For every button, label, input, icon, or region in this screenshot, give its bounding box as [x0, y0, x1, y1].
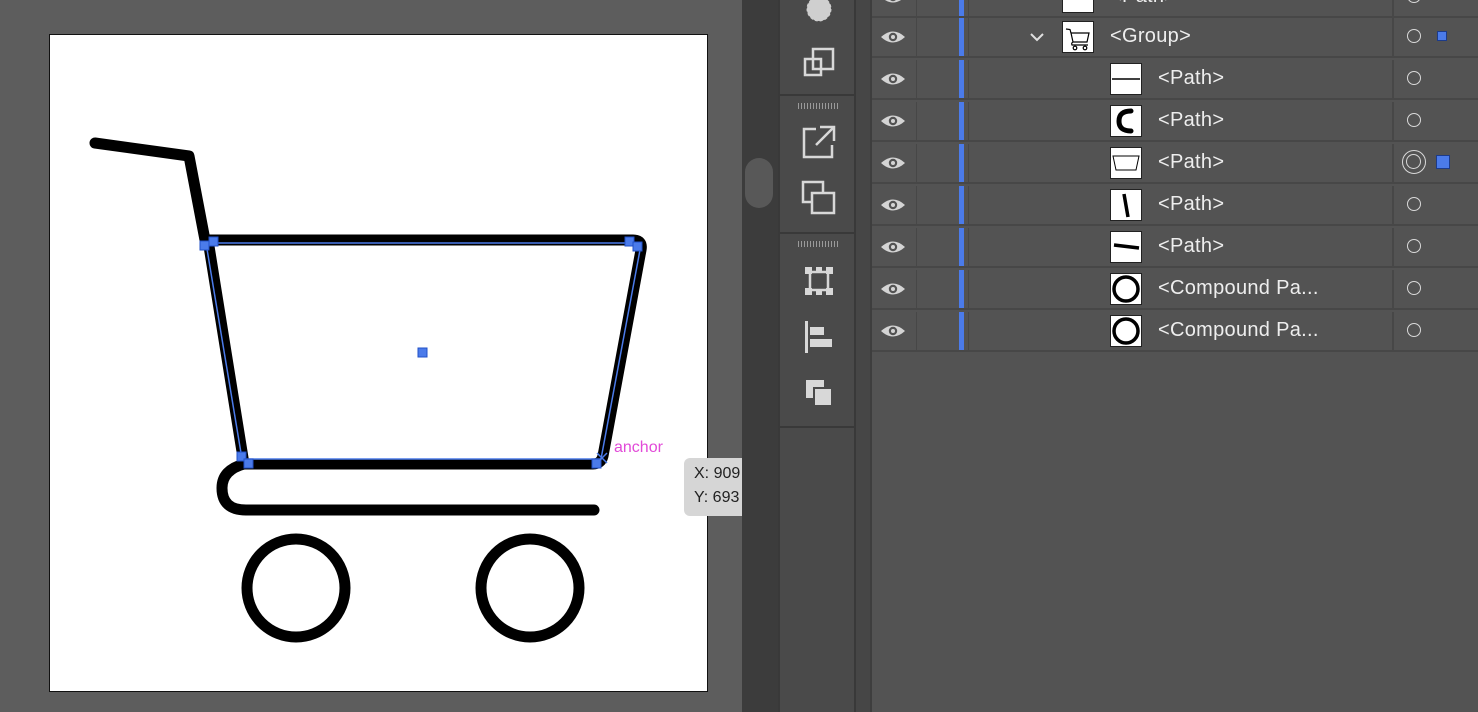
shopping-cart-artwork[interactable]	[0, 0, 742, 712]
slash-thumb	[1110, 189, 1142, 221]
layer-name[interactable]: <Compound Pa...	[1158, 319, 1319, 342]
layer-row[interactable]: <Path>	[872, 186, 1478, 226]
visibility-eye-icon[interactable]	[880, 68, 906, 90]
layer-color-bar	[959, 228, 964, 266]
target-icon[interactable]	[1407, 239, 1421, 253]
rear-wheel	[475, 533, 585, 643]
cart-handle-path	[89, 137, 211, 246]
chevron-down-icon[interactable]	[1028, 30, 1046, 44]
layer-name[interactable]: <Path>	[1110, 0, 1176, 8]
target-icon[interactable]	[1407, 281, 1421, 295]
layer-name[interactable]: <Path>	[1158, 151, 1224, 174]
layer-row[interactable]: <Compound Pa...	[872, 312, 1478, 352]
visibility-eye-icon[interactable]	[880, 278, 906, 300]
layer-row[interactable]: <Path>	[872, 144, 1478, 184]
selection-indicator[interactable]	[1436, 155, 1450, 169]
visibility-eye-icon[interactable]	[880, 236, 906, 258]
layer-color-bar	[959, 144, 964, 182]
align-icon[interactable]	[794, 312, 844, 362]
layer-name[interactable]: <Path>	[1158, 235, 1224, 258]
canvas-scrollbar-track[interactable]	[742, 0, 778, 712]
canvas-area[interactable]: anchor X: 909 Y: 693	[0, 0, 742, 712]
anchor-point	[632, 241, 643, 252]
target-icon[interactable]	[1407, 29, 1421, 43]
anchor-point	[199, 240, 210, 251]
coordinate-tooltip: X: 909 Y: 693	[684, 458, 742, 516]
target-icon[interactable]	[1407, 71, 1421, 85]
selection-indicator[interactable]	[1437, 31, 1447, 41]
center-point	[417, 347, 428, 358]
layer-color-bar	[959, 102, 964, 140]
handle-thumb	[1110, 231, 1142, 263]
visibility-eye-icon[interactable]	[880, 320, 906, 342]
basket-thumb	[1110, 147, 1142, 179]
target-icon[interactable]	[1407, 0, 1421, 3]
target-icon[interactable]	[1407, 323, 1421, 337]
front-wheel	[241, 533, 351, 643]
target-icon[interactable]	[1407, 197, 1421, 211]
layer-name[interactable]: <Compound Pa...	[1158, 277, 1319, 300]
layer-color-bar	[959, 18, 964, 56]
layer-row[interactable]: <Group>	[872, 18, 1478, 58]
layer-row[interactable]: <Path>	[872, 228, 1478, 268]
visibility-eye-icon[interactable]	[880, 110, 906, 132]
layer-name[interactable]: <Path>	[1158, 109, 1224, 132]
visibility-eye-icon[interactable]	[880, 26, 906, 48]
layer-color-bar	[959, 186, 964, 224]
layer-row[interactable]: <Compound Pa...	[872, 270, 1478, 310]
arc-thumb	[1110, 105, 1142, 137]
layer-name[interactable]: <Path>	[1158, 193, 1224, 216]
panel-grip[interactable]	[798, 241, 838, 247]
layer-color-bar	[959, 312, 964, 350]
layer-color-bar	[959, 270, 964, 308]
panel-dock	[778, 0, 856, 712]
target-icon[interactable]	[1402, 150, 1426, 174]
layer-name[interactable]: <Path>	[1158, 67, 1224, 90]
line-thumb	[1110, 63, 1142, 95]
star-thumb	[1062, 0, 1094, 13]
artboard-icon[interactable]	[794, 256, 844, 306]
layer-color-bar	[959, 60, 964, 98]
circle-thumb	[1110, 273, 1142, 305]
appearance-icon[interactable]	[794, 0, 844, 34]
pathfinder-icon[interactable]	[794, 368, 844, 418]
anchor-point	[208, 236, 219, 247]
target-icon[interactable]	[1407, 113, 1421, 127]
visibility-eye-icon[interactable]	[880, 0, 906, 8]
export-icon[interactable]	[794, 117, 844, 167]
layer-row[interactable]: <Path>	[872, 102, 1478, 142]
panel-grip[interactable]	[798, 103, 838, 109]
circle-thumb	[1110, 315, 1142, 347]
x-coordinate: X: 909	[694, 465, 741, 482]
cart-thumb	[1062, 21, 1094, 53]
visibility-eye-icon[interactable]	[880, 194, 906, 216]
visibility-eye-icon[interactable]	[880, 152, 906, 174]
y-coordinate: Y: 693	[694, 489, 740, 506]
arrange-icon[interactable]	[794, 38, 844, 88]
layer-color-bar	[959, 0, 964, 16]
layers-panel: <Path> <Group> <Path> <Path> <Path> <Path> <Pa…	[870, 0, 1478, 712]
canvas-scrollbar-thumb[interactable]	[745, 158, 773, 208]
smart-guide-anchor-label: anchor	[614, 439, 663, 456]
cart-base-path	[216, 458, 600, 516]
layer-name[interactable]: <Group>	[1110, 25, 1191, 48]
layer-row[interactable]: <Path>	[872, 0, 1478, 18]
transform-icon[interactable]	[794, 173, 844, 223]
anchor-point	[243, 458, 254, 469]
layer-row[interactable]: <Path>	[872, 60, 1478, 100]
